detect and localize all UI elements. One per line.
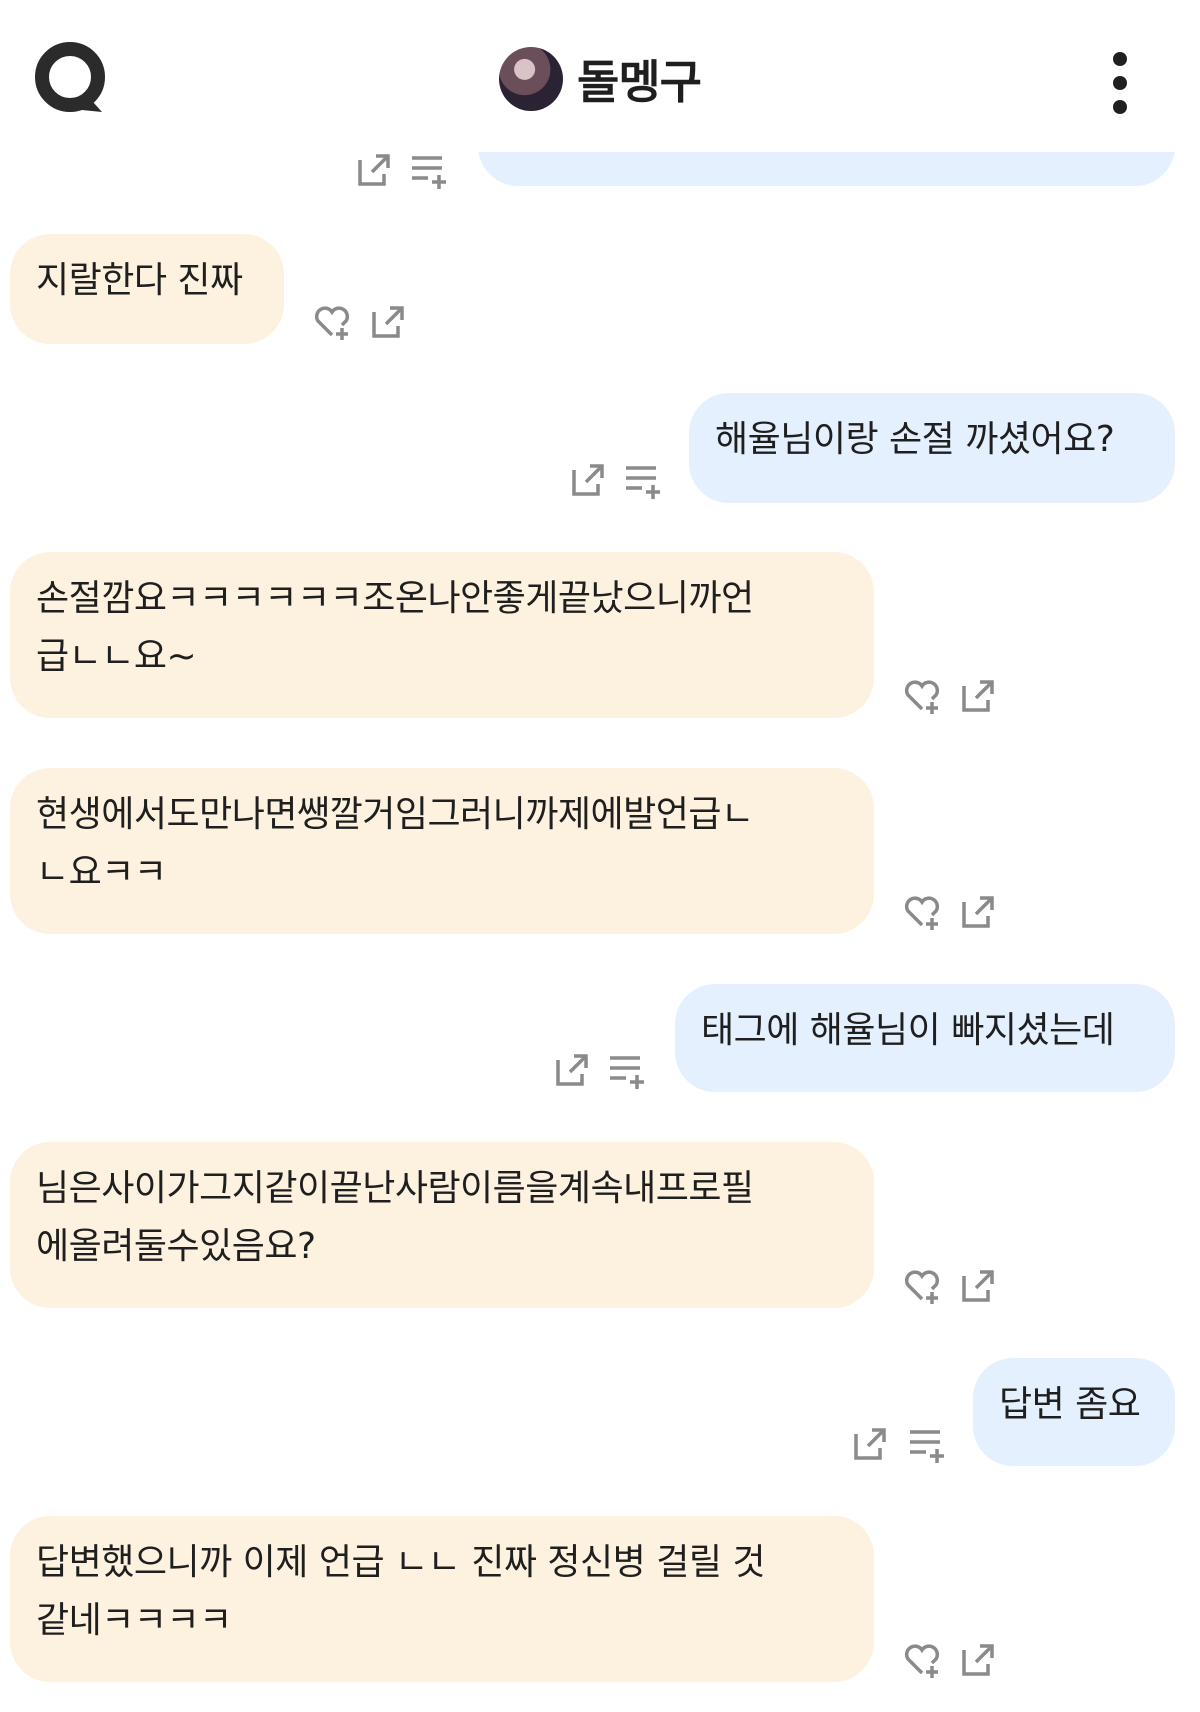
- message-bubble-other[interactable]: 답변했으니까 이제 언급 ㄴㄴ 진짜 정신병 걸릴 것 같네ㅋㅋㅋㅋ: [10, 1516, 874, 1682]
- message-bubble-other[interactable]: 지랄한다 진짜: [10, 234, 284, 344]
- chat-header: 돌멩구: [0, 0, 1200, 152]
- share-icon[interactable]: [354, 150, 394, 190]
- share-icon[interactable]: [958, 1640, 998, 1680]
- playlist-add-icon[interactable]: [622, 460, 662, 500]
- chat-title-area[interactable]: 돌멩구: [0, 44, 1200, 114]
- more-vertical-icon[interactable]: [1100, 48, 1140, 118]
- message-bubble-mine[interactable]: 태그에 해율님이 빠지셨는데: [675, 984, 1175, 1092]
- message-bubble-other[interactable]: 손절깜요ㅋㅋㅋㅋㅋㅋ조온나안좋게끝났으니까언 급ㄴㄴ요~: [10, 552, 874, 718]
- share-icon[interactable]: [368, 302, 408, 342]
- heart-plus-icon[interactable]: [312, 302, 352, 342]
- avatar[interactable]: [499, 47, 564, 111]
- share-icon[interactable]: [552, 1050, 592, 1090]
- playlist-add-icon[interactable]: [606, 1050, 646, 1090]
- playlist-add-icon[interactable]: [906, 1424, 946, 1464]
- chat-title: 돌멩구: [577, 55, 702, 109]
- share-icon[interactable]: [958, 1266, 998, 1306]
- share-icon[interactable]: [958, 892, 998, 932]
- message-bubble-other[interactable]: 님은사이가그지같이끝난사람이름을계속내프로필 에올려둘수있음요?: [10, 1142, 874, 1308]
- message-bubble-mine[interactable]: 답변 좀요: [973, 1358, 1175, 1466]
- heart-plus-icon[interactable]: [902, 1640, 942, 1680]
- message-bubble-other[interactable]: 현생에서도만나면쌩깔거임그러니까제에발언급ㄴ ㄴ요ㅋㅋ: [10, 768, 874, 934]
- share-icon[interactable]: [850, 1424, 890, 1464]
- heart-plus-icon[interactable]: [902, 676, 942, 716]
- message-bubble-mine[interactable]: 해율님이랑 손절 까셨어요?: [689, 393, 1175, 503]
- heart-plus-icon[interactable]: [902, 892, 942, 932]
- share-icon[interactable]: [958, 676, 998, 716]
- playlist-add-icon[interactable]: [408, 150, 448, 190]
- share-icon[interactable]: [568, 460, 608, 500]
- heart-plus-icon[interactable]: [902, 1266, 942, 1306]
